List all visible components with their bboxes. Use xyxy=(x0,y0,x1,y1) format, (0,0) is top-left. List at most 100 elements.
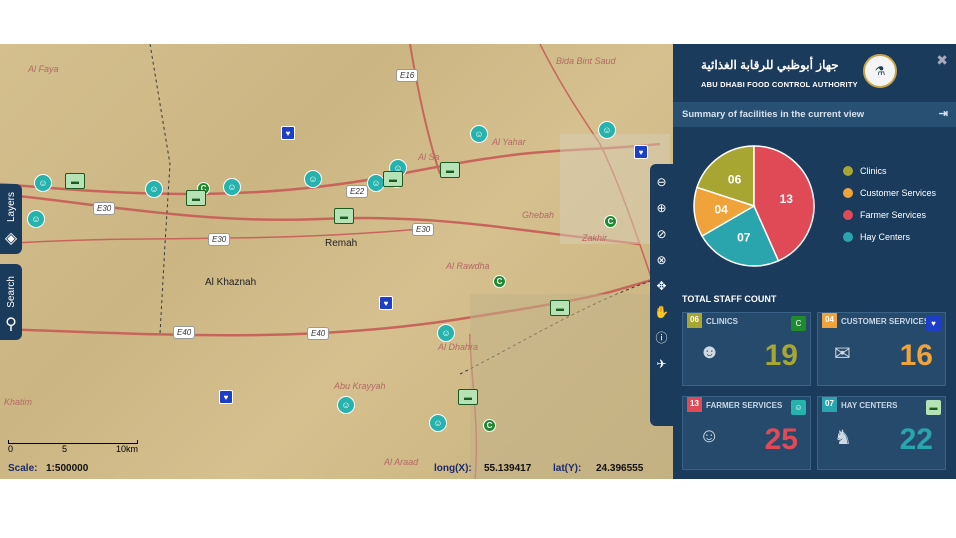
pan-hand-icon[interactable]: ✋ xyxy=(654,304,670,320)
long-value: 55.139417 xyxy=(484,463,532,474)
road-shield: E40 xyxy=(173,326,196,339)
place-label: Al Khaznah xyxy=(205,277,257,288)
hay-center-marker-icon[interactable]: ▬ xyxy=(550,300,570,316)
app-stage: Al Faya Bida Bint Saud Al Yahar Al Sa Ghebah… xyxy=(0,44,956,479)
customer-service-marker-icon[interactable]: C xyxy=(493,275,506,288)
road-shield: E30 xyxy=(412,223,435,236)
search-tab[interactable]: Search ⚲ xyxy=(0,264,22,340)
farmer-service-marker-icon[interactable]: ♥ xyxy=(219,390,233,404)
legend-item: Clinics xyxy=(843,160,936,182)
card-title: CLINICS xyxy=(706,317,738,326)
panel-header: جهاز أبوظبي للرقابة الغذائية ABU DHABI F… xyxy=(673,44,956,102)
scale-value: 1:500000 xyxy=(46,463,89,474)
search-icon: ⚲ xyxy=(5,316,17,333)
legend-label: Hay Centers xyxy=(860,232,911,242)
card-category-icon: C xyxy=(791,316,806,331)
card-illustration-icon: ☻ xyxy=(699,341,721,363)
clinic-marker-icon[interactable]: ☺ xyxy=(27,210,45,228)
zoom-next-icon[interactable]: ⊗ xyxy=(654,252,670,268)
card-title: FARMER SERVICES xyxy=(706,401,783,410)
road-shield: E30 xyxy=(208,233,231,246)
export-icon[interactable]: ⇥ xyxy=(939,102,948,127)
legend-label: Clinics xyxy=(860,166,887,176)
zoom-out-icon[interactable]: ⊖ xyxy=(654,174,670,190)
card-illustration-icon: ♞ xyxy=(834,427,852,449)
place-label: Remah xyxy=(325,238,358,249)
hay-center-marker-icon[interactable]: ▬ xyxy=(383,171,403,187)
clinic-marker-icon[interactable]: ☺ xyxy=(598,121,616,139)
customer-service-marker-icon[interactable]: C xyxy=(483,419,496,432)
arabic-title: جهاز أبوظبي للرقابة الغذائية xyxy=(701,58,839,72)
scale-tick-0: 0 xyxy=(8,444,14,454)
full-extent-icon[interactable]: ✥ xyxy=(654,278,670,294)
english-title: ABU DHABI FOOD CONTROL AUTHORITY xyxy=(701,80,858,89)
pie-data-label: 04 xyxy=(715,202,729,216)
long-label: long(X): xyxy=(434,463,472,474)
staff-card-customer-services: 04 CUSTOMER SERVICES ♥ ✉ 16 xyxy=(817,312,946,386)
hay-center-marker-icon[interactable]: ▬ xyxy=(334,208,354,224)
card-category-icon: ♥ xyxy=(926,316,941,331)
clinic-marker-icon[interactable]: ☺ xyxy=(223,178,241,196)
facility-count-badge: 07 xyxy=(822,397,837,412)
farmer-service-marker-icon[interactable]: ♥ xyxy=(379,296,393,310)
hay-center-marker-icon[interactable]: ▬ xyxy=(458,389,478,405)
zoom-previous-icon[interactable]: ⊘ xyxy=(654,226,670,242)
legend-item: Hay Centers xyxy=(843,226,936,248)
place-label: Al Rawdha xyxy=(446,261,490,271)
layers-label: Layers xyxy=(5,191,17,222)
road-shield: E22 xyxy=(346,185,369,198)
lat-value: 24.396555 xyxy=(596,463,644,474)
clinic-marker-icon[interactable]: ☺ xyxy=(437,324,455,342)
hay-center-marker-icon[interactable]: ▬ xyxy=(186,190,206,206)
scale-tick-10: 10km xyxy=(115,444,138,454)
facility-count-badge: 04 xyxy=(822,313,837,328)
card-illustration-icon: ✉ xyxy=(834,343,851,365)
legend-label: Farmer Services xyxy=(860,210,927,220)
info-icon[interactable]: ⓘ xyxy=(654,330,670,346)
scale-label: Scale: xyxy=(8,463,38,474)
pie-data-label: 07 xyxy=(737,230,751,244)
staff-card-clinics: 06 CLINICS C ☻ 19 xyxy=(682,312,811,386)
layers-tab[interactable]: Layers ◈ xyxy=(0,184,22,254)
legend-swatch xyxy=(843,166,853,176)
card-category-icon: ☺ xyxy=(791,400,806,415)
adfca-logo-icon: ⚗ xyxy=(863,54,897,88)
place-label: Al Yahar xyxy=(492,137,526,147)
customer-service-marker-icon[interactable]: C xyxy=(604,215,617,228)
road-network xyxy=(0,44,673,479)
staff-card-hay-centers: 07 HAY CENTERS ▬ ♞ 22 xyxy=(817,396,946,470)
zoom-in-icon[interactable]: ⊕ xyxy=(654,200,670,216)
legend-item: Farmer Services xyxy=(843,204,936,226)
clinic-marker-icon[interactable]: ☺ xyxy=(429,414,447,432)
hay-center-marker-icon[interactable]: ▬ xyxy=(65,173,85,189)
place-label: Zakhir xyxy=(582,233,608,243)
place-label: Al Sa xyxy=(418,152,440,162)
card-title: CUSTOMER SERVICES xyxy=(841,317,930,326)
clinic-marker-icon[interactable]: ☺ xyxy=(34,174,52,192)
map-view[interactable]: Al Faya Bida Bint Saud Al Yahar Al Sa Ghebah… xyxy=(0,44,673,479)
summary-panel: جهاز أبوظبي للرقابة الغذائية ABU DHABI F… xyxy=(673,44,956,479)
hay-center-marker-icon[interactable]: ▬ xyxy=(440,162,460,178)
clinic-marker-icon[interactable]: ☺ xyxy=(304,170,322,188)
farmer-service-marker-icon[interactable]: ♥ xyxy=(634,145,648,159)
satellite-icon[interactable]: ✈ xyxy=(654,356,670,372)
card-title: HAY CENTERS xyxy=(841,401,898,410)
close-icon[interactable]: ✖ xyxy=(936,52,948,69)
clinic-marker-icon[interactable]: ☺ xyxy=(337,396,355,414)
facilities-pie-chart: 06 13 07 04 xyxy=(693,145,815,267)
legend-item: Customer Services xyxy=(843,182,936,204)
clinic-marker-icon[interactable]: ☺ xyxy=(145,180,163,198)
staff-count: 25 xyxy=(764,423,798,456)
pie-legend: Clinics Customer Services Farmer Services H… xyxy=(843,160,936,248)
staff-count: 22 xyxy=(899,423,933,456)
legend-label: Customer Services xyxy=(860,188,937,198)
farmer-service-marker-icon[interactable]: ♥ xyxy=(281,126,295,140)
place-label: Bida Bint Saud xyxy=(556,56,616,66)
search-label: Search xyxy=(5,276,17,308)
layers-icon: ◈ xyxy=(4,230,18,247)
summary-title: Summary of facilities in the current vie… xyxy=(682,109,865,120)
place-label: Abu Krayyah xyxy=(334,381,386,391)
summary-bar: Summary of facilities in the current vie… xyxy=(673,102,956,127)
clinic-marker-icon[interactable]: ☺ xyxy=(470,125,488,143)
legend-swatch xyxy=(843,188,853,198)
